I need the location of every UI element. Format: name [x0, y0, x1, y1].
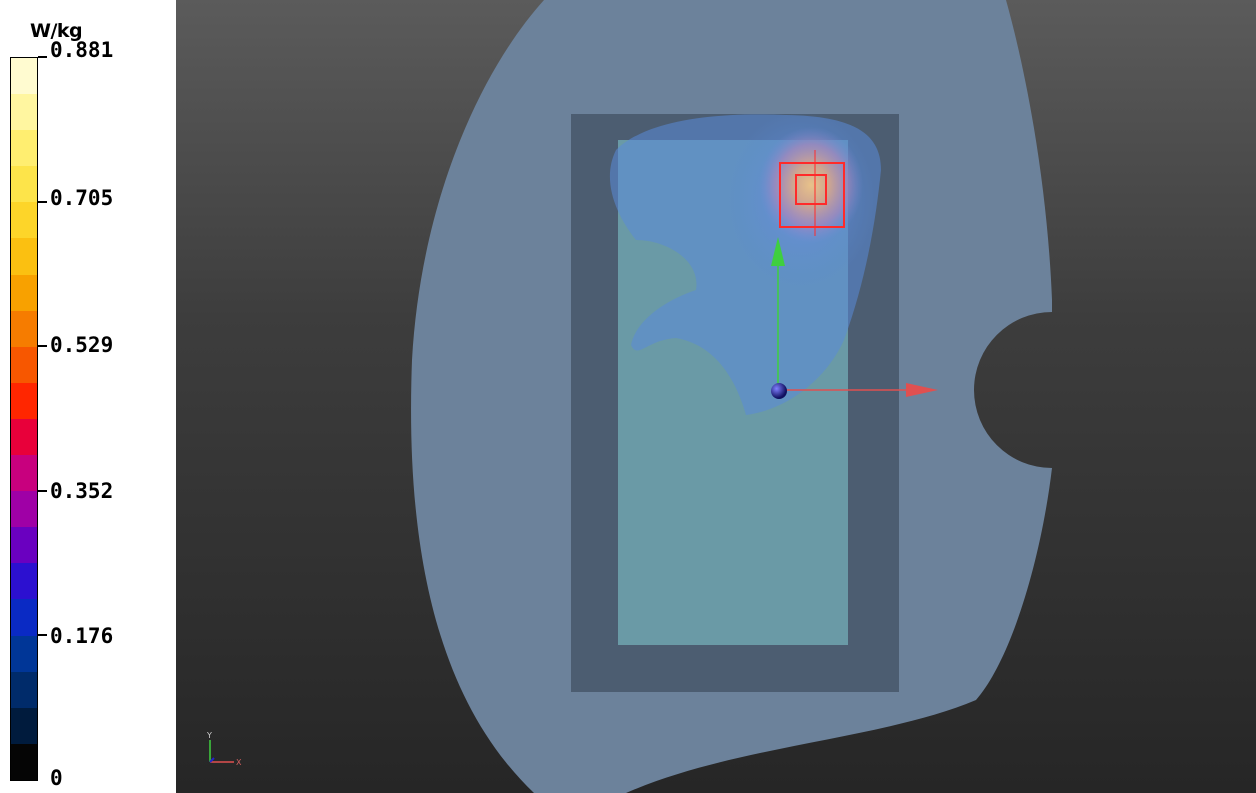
color-band	[11, 94, 37, 131]
color-band	[11, 563, 37, 600]
scale-label-max: 0.881	[50, 38, 114, 62]
color-band	[11, 455, 37, 492]
origin-marker	[771, 383, 787, 399]
color-band	[11, 130, 37, 167]
color-band	[11, 346, 37, 383]
color-band	[11, 166, 37, 203]
orientation-triad: Y X	[206, 731, 242, 767]
scale-label: 0.352	[50, 479, 114, 503]
color-band	[11, 274, 37, 311]
scale-label: 0.176	[50, 624, 114, 648]
triad-y-label: Y	[206, 731, 212, 740]
color-scale-legend: W/kg 0.881 0.705 0.529 0.352 0.176 0	[0, 0, 176, 793]
color-band	[11, 491, 37, 528]
tick-mark	[38, 201, 47, 203]
color-band	[11, 382, 37, 419]
color-bar	[10, 57, 38, 781]
tick-mark	[38, 634, 47, 636]
color-band	[11, 527, 37, 564]
tick-mark	[38, 345, 47, 347]
tick-mark	[38, 56, 47, 58]
color-band	[11, 707, 37, 744]
color-band	[11, 743, 37, 780]
color-band	[11, 202, 37, 239]
scale-label-min: 0	[50, 766, 63, 790]
color-band	[11, 599, 37, 636]
color-band	[11, 238, 37, 275]
triad-x-label: X	[236, 758, 242, 767]
color-band	[11, 310, 37, 347]
scale-label: 0.529	[50, 333, 114, 357]
sar-hotspot	[759, 127, 863, 243]
3d-viewport[interactable]: Y X	[176, 0, 1256, 793]
color-band	[11, 635, 37, 672]
color-band	[11, 671, 37, 708]
tick-mark	[38, 490, 47, 492]
color-band	[11, 58, 37, 95]
color-band	[11, 418, 37, 456]
sar-scene: Y X	[206, 0, 1052, 793]
scale-label: 0.705	[50, 186, 114, 210]
